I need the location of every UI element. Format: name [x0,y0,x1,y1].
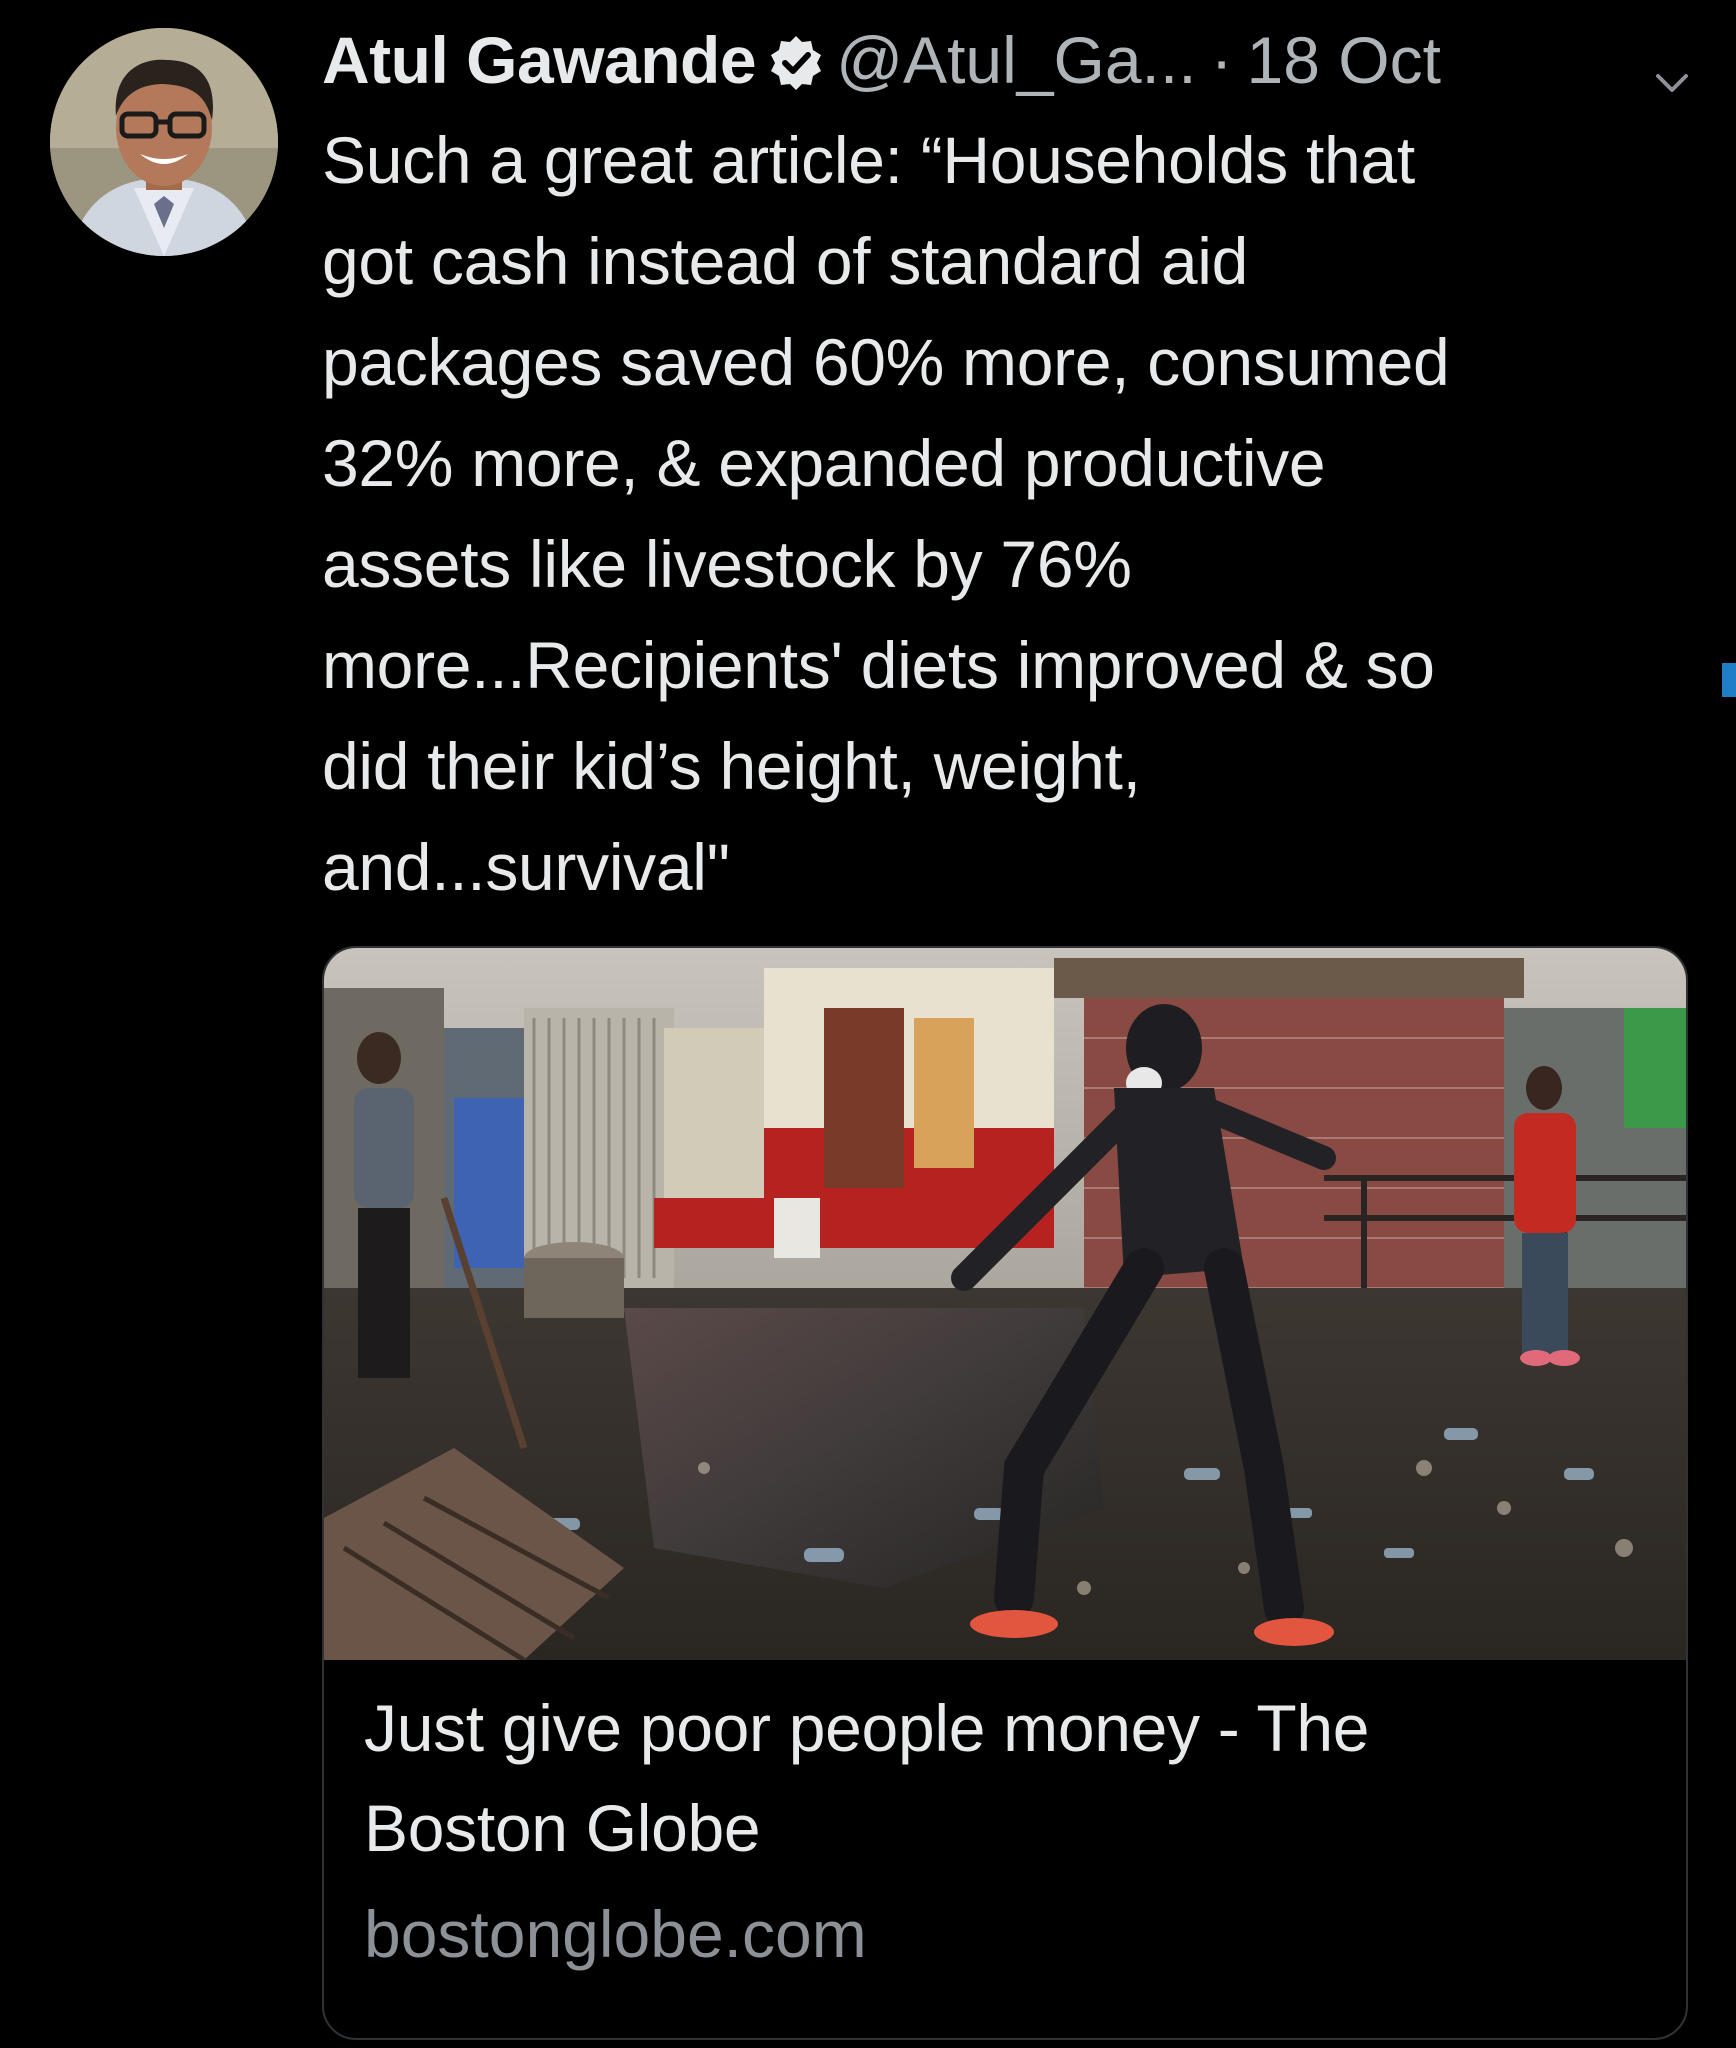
tweet-text: Such a great article: “Households that g… [322,123,1450,904]
card-title[interactable]: Just give poor people money - The Boston… [364,1678,1654,1878]
card-photo [324,948,1686,1660]
avatar[interactable] [50,28,278,256]
tweet-header: Atul Gawande @Atul_Ga... · 18 Oct [322,20,1692,100]
author-name[interactable]: Atul Gawande [322,20,757,100]
card-image[interactable] [324,948,1686,1660]
verified-badge-icon [766,30,826,90]
tweet-date[interactable]: 18 Oct [1247,20,1441,100]
scroll-indicator [1722,663,1736,697]
header-separator: · [1210,23,1233,97]
author-handle[interactable]: @Atul_Ga... [836,20,1197,100]
card-meta: Just give poor people money - The Boston… [364,1678,1654,1984]
card-domain[interactable]: bostonglobe.com [364,1884,1654,1984]
link-card[interactable]: Just give poor people money - The Boston… [322,946,1688,2040]
chevron-down-icon[interactable] [1652,40,1692,92]
avatar-photo [50,28,278,256]
tweet[interactable]: Atul Gawande @Atul_Ga... · 18 Oct Such a… [0,0,1736,2048]
